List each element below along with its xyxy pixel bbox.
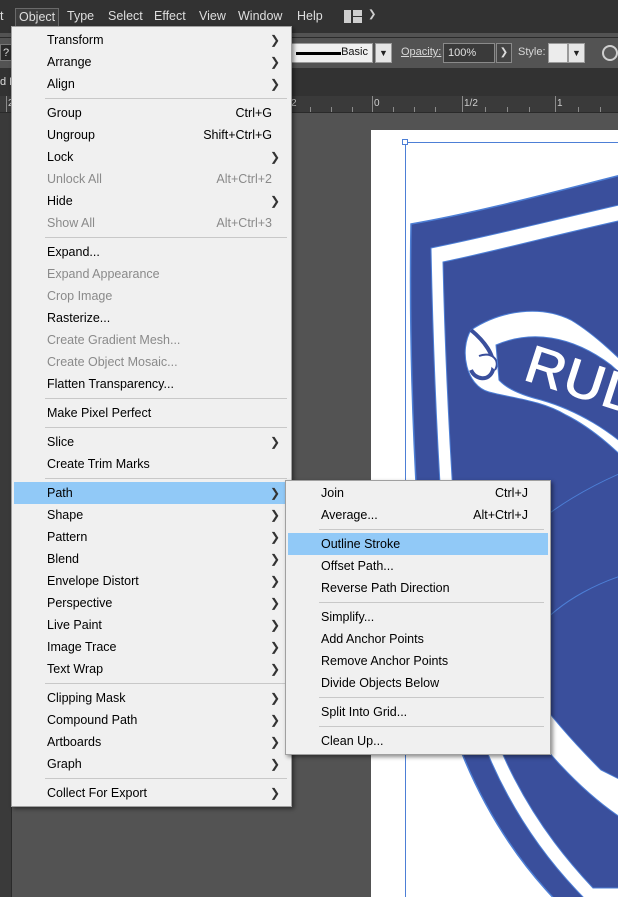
chevron-down-icon[interactable]: ❯ (368, 9, 376, 20)
object-menu: Transform ❯ Arrange ❯ Align ❯ Group Ctrl+G U… (11, 26, 292, 807)
menu-object[interactable]: Object (15, 8, 60, 27)
menu-select[interactable]: Select (105, 8, 146, 27)
opacity-label[interactable]: Opacity: (401, 46, 441, 58)
chevron-down-icon[interactable]: ▼ (568, 43, 585, 63)
menu-item-path[interactable]: Path ❯ (14, 482, 290, 504)
menu-separator (45, 237, 287, 238)
menu-item-show-all[interactable]: Show All Alt+Ctrl+3 (14, 212, 290, 234)
menu-item-divide-objects-below[interactable]: Divide Objects Below (288, 672, 548, 694)
menu-item-outline-stroke[interactable]: Outline Stroke (288, 533, 548, 555)
menu-item-create-object-mosaic[interactable]: Create Object Mosaic... (14, 351, 290, 373)
menu-item-clipping-mask[interactable]: Clipping Mask ❯ (14, 687, 290, 709)
menu-item-create-gradient-mesh[interactable]: Create Gradient Mesh... (14, 329, 290, 351)
menu-item-artboards[interactable]: Artboards ❯ (14, 731, 290, 753)
menu-item-group[interactable]: Group Ctrl+G (14, 102, 290, 124)
workspace-layout-icon[interactable] (344, 10, 362, 23)
graphic-style-swatch[interactable] (548, 43, 568, 63)
stroke-profile-label: Basic (341, 46, 368, 58)
menu-type[interactable]: Type (64, 8, 97, 27)
menu-item-join[interactable]: Join Ctrl+J (288, 482, 548, 504)
menu-item-compound-path[interactable]: Compound Path ❯ (14, 709, 290, 731)
menu-item-image-trace[interactable]: Image Trace ❯ (14, 636, 290, 658)
menu-separator (319, 602, 544, 603)
menu-item-ungroup[interactable]: Ungroup Shift+Ctrl+G (14, 124, 290, 146)
menu-effect[interactable]: Effect (151, 8, 189, 27)
menu-item-rasterize[interactable]: Rasterize... (14, 307, 290, 329)
menu-item-split-into-grid[interactable]: Split Into Grid... (288, 701, 548, 723)
menu-item-make-pixel-perfect[interactable]: Make Pixel Perfect (14, 402, 290, 424)
menu-item-clean-up[interactable]: Clean Up... (288, 730, 548, 752)
menu-item-add-anchor-points[interactable]: Add Anchor Points (288, 628, 548, 650)
menu-item-graph[interactable]: Graph ❯ (14, 753, 290, 775)
menu-separator (45, 98, 287, 99)
menu-view[interactable]: View (196, 8, 229, 27)
anchor-point[interactable] (402, 139, 408, 145)
menu-item-hide[interactable]: Hide ❯ (14, 190, 290, 212)
chevron-right-icon[interactable]: ❯ (496, 43, 512, 63)
stroke-profile-dropdown[interactable]: Basic (287, 43, 373, 63)
menu-separator (319, 726, 544, 727)
selection-guide-horizontal (405, 142, 618, 143)
menu-item-pattern[interactable]: Pattern ❯ (14, 526, 290, 548)
menu-item-align[interactable]: Align ❯ (14, 73, 290, 95)
menu-item-average[interactable]: Average... Alt+Ctrl+J (288, 504, 548, 526)
menu-type-cut[interactable]: t (0, 8, 6, 27)
menu-item-text-wrap[interactable]: Text Wrap ❯ (14, 658, 290, 680)
menu-item-unlock-all[interactable]: Unlock All Alt+Ctrl+2 (14, 168, 290, 190)
menu-item-arrange[interactable]: Arrange ❯ (14, 51, 290, 73)
menu-item-collect-for-export[interactable]: Collect For Export ❯ (14, 782, 290, 804)
menu-item-shape[interactable]: Shape ❯ (14, 504, 290, 526)
menu-item-remove-anchor-points[interactable]: Remove Anchor Points (288, 650, 548, 672)
style-label: Style: (518, 46, 546, 58)
menu-separator (45, 427, 287, 428)
menu-separator (45, 398, 287, 399)
menu-item-reverse-path-direction[interactable]: Reverse Path Direction (288, 577, 548, 599)
menu-item-simplify[interactable]: Simplify... (288, 606, 548, 628)
menu-separator (319, 697, 544, 698)
menu-item-lock[interactable]: Lock ❯ (14, 146, 290, 168)
ruler-label: 1/2 (464, 98, 478, 109)
menu-separator (45, 683, 287, 684)
menu-item-transform[interactable]: Transform ❯ (14, 29, 290, 51)
menu-separator (45, 778, 287, 779)
menu-separator (45, 478, 287, 479)
menu-item-expand-appearance[interactable]: Expand Appearance (14, 263, 290, 285)
opacity-field[interactable]: 100% (443, 43, 495, 63)
menu-window[interactable]: Window (235, 8, 285, 27)
menu-item-crop-image[interactable]: Crop Image (14, 285, 290, 307)
menu-item-flatten-transparency[interactable]: Flatten Transparency... (14, 373, 290, 395)
menu-item-create-trim-marks[interactable]: Create Trim Marks (14, 453, 290, 475)
menu-item-perspective[interactable]: Perspective ❯ (14, 592, 290, 614)
menu-item-live-paint[interactable]: Live Paint ❯ (14, 614, 290, 636)
ruler-label: 1 (557, 98, 563, 109)
recolor-artwork-icon[interactable] (602, 45, 618, 61)
ruler-label: 0 (374, 98, 380, 109)
chevron-down-icon[interactable]: ▼ (375, 43, 392, 63)
stroke-line-preview (296, 52, 341, 55)
menu-separator (319, 529, 544, 530)
menu-item-offset-path[interactable]: Offset Path... (288, 555, 548, 577)
menu-item-envelope-distort[interactable]: Envelope Distort ❯ (14, 570, 290, 592)
menu-help[interactable]: Help (294, 8, 326, 27)
menu-item-blend[interactable]: Blend ❯ (14, 548, 290, 570)
menu-item-slice[interactable]: Slice ❯ (14, 431, 290, 453)
menu-item-expand[interactable]: Expand... (14, 241, 290, 263)
path-submenu: Join Ctrl+J Average... Alt+Ctrl+J Outline … (285, 480, 551, 755)
